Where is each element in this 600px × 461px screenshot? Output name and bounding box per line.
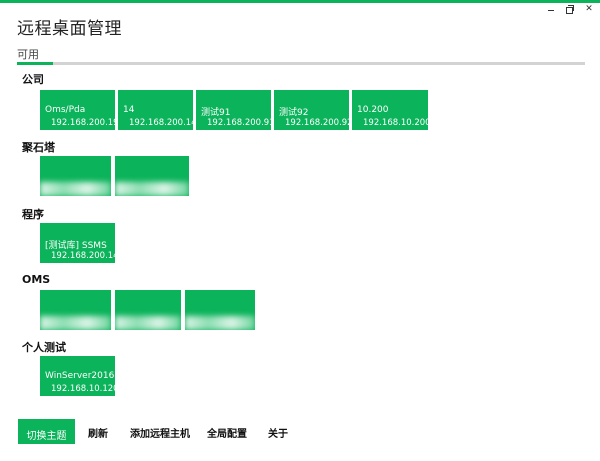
host-tile[interactable]: [测试库] SSMS 192.168.200.14 xyxy=(40,223,115,263)
host-ip: 192.168.200.14 xyxy=(129,118,193,128)
tab-divider xyxy=(17,62,585,65)
host-name: 10.200 xyxy=(357,105,389,115)
host-tile[interactable] xyxy=(115,290,181,330)
group-title-oms: OMS xyxy=(22,273,50,286)
host-name: Oms/Pda xyxy=(45,105,85,115)
window-top-accent xyxy=(0,0,600,3)
host-ip: 192.168.200.14 xyxy=(51,251,115,261)
group-title-personal-test: 个人测试 xyxy=(22,339,66,355)
minimize-icon[interactable] xyxy=(546,4,556,14)
host-ip: 192.168.10.200 xyxy=(363,118,428,128)
group-title-program: 程序 xyxy=(22,206,44,222)
about-button[interactable]: 关于 xyxy=(268,425,288,440)
host-name: 测试91 xyxy=(201,105,230,118)
host-tile[interactable] xyxy=(40,156,111,196)
tab-strip: 可用 xyxy=(17,44,585,66)
host-name: WinServer2016 xyxy=(45,371,114,381)
refresh-button[interactable]: 刷新 xyxy=(88,425,108,440)
host-name: 14 xyxy=(123,105,134,115)
host-tile[interactable] xyxy=(40,290,111,330)
host-ip: 192.168.200.92 xyxy=(285,118,349,128)
bottom-toolbar: 切换主题 xyxy=(18,419,75,444)
tab-available[interactable]: 可用 xyxy=(17,46,39,62)
app-title: 远程桌面管理 xyxy=(17,14,122,39)
host-ip: 192.168.200.91 xyxy=(207,118,271,128)
host-tile[interactable] xyxy=(115,156,189,196)
close-icon[interactable]: ✕ xyxy=(584,4,594,14)
host-tile[interactable]: 10.200 192.168.10.200 xyxy=(352,90,428,130)
restore-icon[interactable] xyxy=(565,4,575,14)
host-name: [测试库] SSMS xyxy=(45,238,107,251)
host-tile[interactable]: 测试91 192.168.200.91 xyxy=(196,90,271,130)
host-tile[interactable]: WinServer2016 192.168.10.120 xyxy=(40,356,115,396)
add-remote-host-button[interactable]: 添加远程主机 xyxy=(130,425,190,440)
host-name: 测试92 xyxy=(279,105,308,118)
window-controls: ✕ xyxy=(546,4,594,14)
group-title-jushita: 聚石塔 xyxy=(22,139,55,155)
host-ip: 192.168.10.120 xyxy=(51,384,115,394)
host-ip: 192.168.200.19 xyxy=(51,118,115,128)
tab-active-indicator xyxy=(17,62,53,65)
host-tile[interactable]: 测试92 192.168.200.92 xyxy=(274,90,349,130)
global-config-button[interactable]: 全局配置 xyxy=(207,425,247,440)
host-tile[interactable] xyxy=(185,290,255,330)
group-title-company: 公司 xyxy=(22,71,44,87)
host-tile[interactable]: 14 192.168.200.14 xyxy=(118,90,193,130)
host-tile[interactable]: Oms/Pda 192.168.200.19 xyxy=(40,90,115,130)
switch-theme-button[interactable]: 切换主题 xyxy=(18,419,75,444)
